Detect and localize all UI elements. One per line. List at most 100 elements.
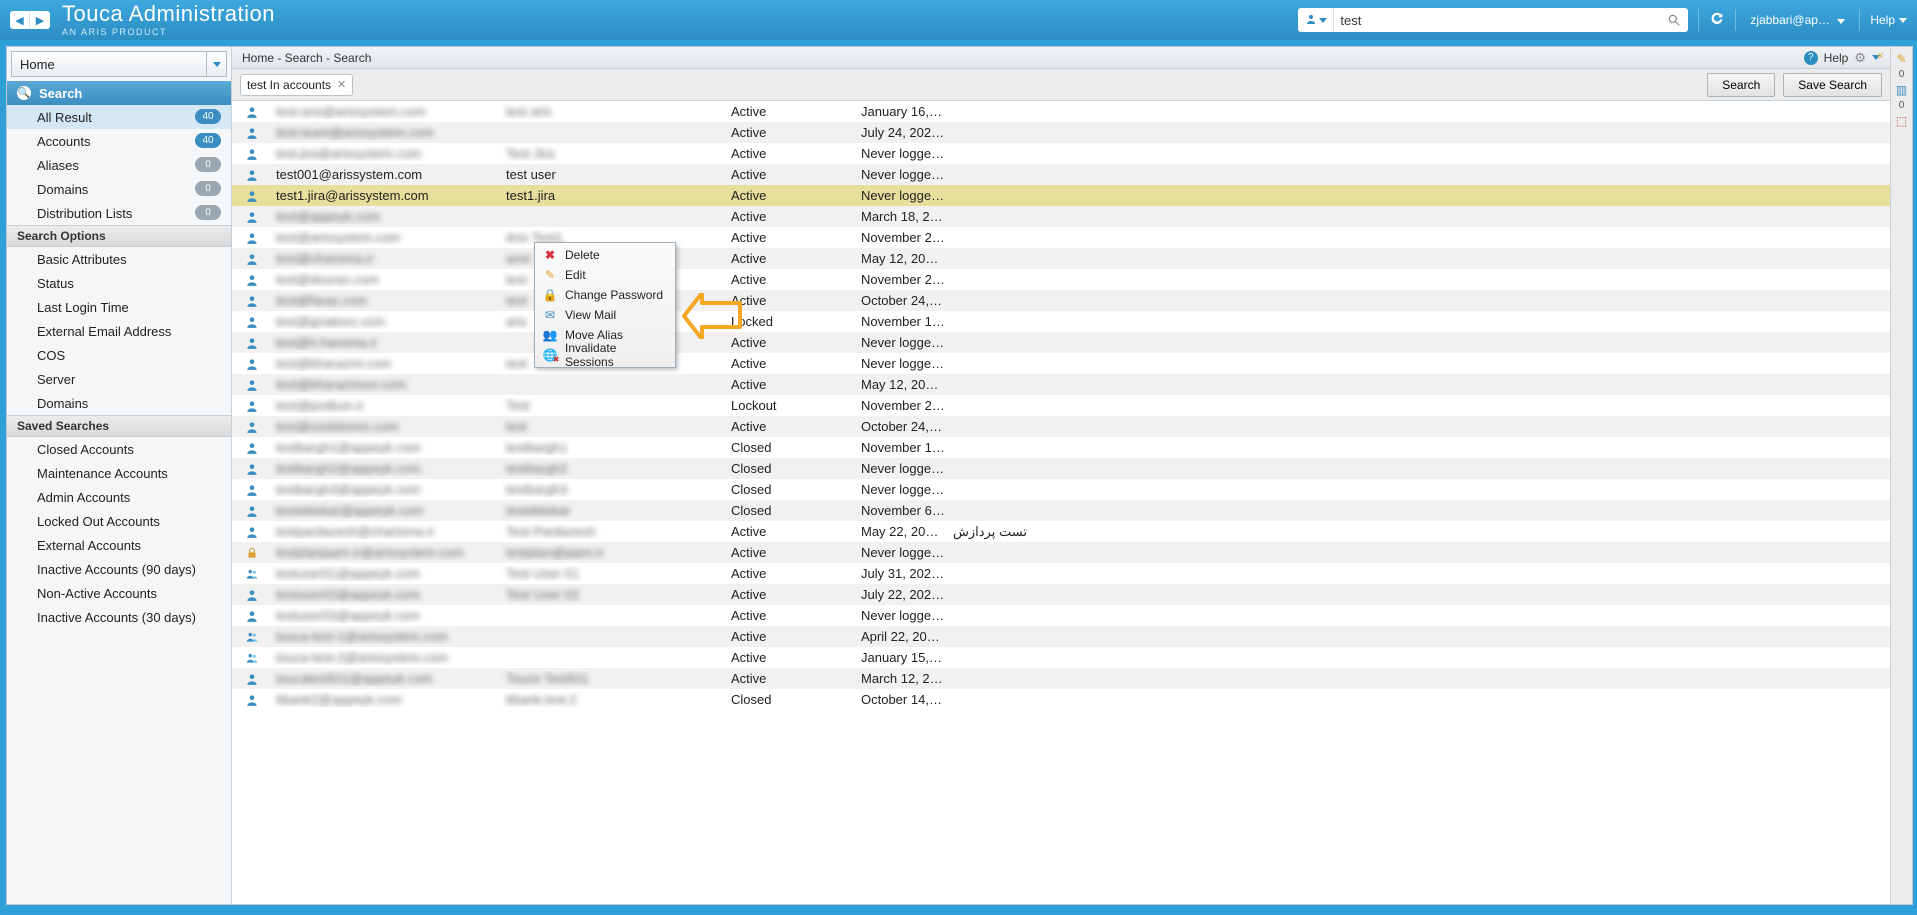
context-menu-item[interactable]: 🔒Change Password (535, 285, 675, 305)
table-row[interactable]: testbargh3@appeyk.comtestbargh3ClosedNev… (232, 479, 1890, 500)
sidebar-category[interactable]: Domains0 (7, 177, 231, 201)
saved-search[interactable]: External Accounts (7, 533, 231, 557)
current-user-menu[interactable]: zjabbari@ap… (1750, 13, 1845, 27)
close-icon[interactable]: ✕ (337, 78, 346, 91)
table-row[interactable]: touca-test-2@arissystem.comActiveJanuary… (232, 647, 1890, 668)
search-option[interactable]: Domains (7, 391, 231, 415)
table-row[interactable]: test@charisma.iramirActiveMay 12, 2023 … (232, 248, 1890, 269)
saved-search[interactable]: Inactive Accounts (30 days) (7, 605, 231, 629)
search-chip[interactable]: test In accounts ✕ (240, 74, 353, 96)
cell-email: touca-test-2@arissystem.com (272, 650, 502, 665)
table-row[interactable]: test@douran.comtestActiveNovember 29, … (232, 269, 1890, 290)
sidebar-category[interactable]: Distribution Lists0 (7, 201, 231, 225)
table-row[interactable]: touca-test-1@arissystem.comActiveApril 2… (232, 626, 1890, 647)
saved-search[interactable]: Closed Accounts (7, 437, 231, 461)
search-submit-button[interactable] (1660, 13, 1688, 27)
table-row[interactable]: toucatest911@appeyk.comTouce Test911Acti… (232, 668, 1890, 689)
cell-lastlogin: November 17, … (857, 314, 949, 329)
search-option[interactable]: Last Login Time (7, 295, 231, 319)
save-search-button[interactable]: Save Search (1783, 73, 1882, 97)
global-search-input[interactable] (1334, 13, 1660, 28)
logo-block: Touca Administration AN ARIS PRODUCT (62, 3, 275, 37)
table-row[interactable]: testpardazesh@charisma.irTest PardazeshA… (232, 521, 1890, 542)
saved-search[interactable]: Locked Out Accounts (7, 509, 231, 533)
main-panel: « Home - Search - Search ? Help ⚙ test I… (232, 47, 1890, 904)
table-row[interactable]: testebtekar@appeyk.comtestebtekarClosedN… (232, 500, 1890, 521)
search-button[interactable]: Search (1707, 73, 1775, 97)
results-grid[interactable]: test-aris@arissystem.comtest arisActiveJ… (232, 101, 1890, 904)
context-menu-item[interactable]: ✎Edit (535, 265, 675, 285)
table-row[interactable]: test@arissystem.comAris Test1ActiveNovem… (232, 227, 1890, 248)
sidebar-category[interactable]: Aliases0 (7, 153, 231, 177)
context-menu-label: Change Password (565, 288, 663, 302)
table-row[interactable]: test@ir.hansma.irActiveNever logged In (232, 332, 1890, 353)
table-row[interactable]: test1.jira@arissystem.comtest1.jiraActiv… (232, 185, 1890, 206)
table-row[interactable]: ttbank2@appeyk.comttbank.test.2ClosedOct… (232, 689, 1890, 710)
saved-search[interactable]: Maintenance Accounts (7, 461, 231, 485)
table-row[interactable]: testuser03@appeyk.comActiveNever logged … (232, 605, 1890, 626)
cell-displayname: testplan@jaam.ir (502, 545, 727, 560)
context-menu-label: Edit (565, 268, 586, 282)
breadcrumb-bar: Home - Search - Search ? Help ⚙ (232, 47, 1890, 69)
nav-forward-button[interactable]: ▶ (30, 11, 50, 29)
saved-search[interactable]: Non-Active Accounts (7, 581, 231, 605)
count-badge: 40 (195, 109, 221, 124)
table-row[interactable]: test-aris@arissystem.comtest arisActiveJ… (232, 101, 1890, 122)
search-option[interactable]: Server (7, 367, 231, 391)
queue-icon[interactable]: ▥ (1894, 82, 1910, 98)
home-label: Home (20, 57, 55, 72)
search-option[interactable]: Basic Attributes (7, 247, 231, 271)
cell-status: Closed (727, 461, 857, 476)
sidebar-category[interactable]: Accounts40 (7, 129, 231, 153)
context-menu-item[interactable]: ✖Delete (535, 245, 675, 265)
search-option[interactable]: External Email Address (7, 319, 231, 343)
cell-email: testbargh1@appeyk.com (272, 440, 502, 455)
lock-icon (245, 546, 259, 560)
search-scope-dropdown[interactable] (1298, 8, 1334, 32)
table-row[interactable]: test@kharazmoor.comActiveMay 12, 2023 … (232, 374, 1890, 395)
refresh-button[interactable] (1709, 10, 1725, 31)
chevron-down-icon (206, 52, 226, 76)
table-row[interactable]: test@gnaborz.comarisLockedNovember 17, … (232, 311, 1890, 332)
breadcrumb-home-dropdown[interactable]: Home (11, 51, 227, 77)
table-row[interactable]: test@zootstores.comtestActiveOctober 24,… (232, 416, 1890, 437)
saved-search[interactable]: Inactive Accounts (90 days) (7, 557, 231, 581)
table-row[interactable]: testbargh2@appeyk.comtestbargh2ClosedNev… (232, 458, 1890, 479)
context-menu-item[interactable]: 🌐✖Invalidate Sessions (535, 345, 675, 365)
cell-lastlogin: Never logged In (857, 146, 949, 161)
table-row[interactable]: test-team@arissystem.comActiveJuly 24, 2… (232, 122, 1890, 143)
count-badge: 0 (195, 181, 221, 196)
delete-icon: ✖ (543, 248, 557, 262)
gear-icon[interactable]: ⚙ (1854, 50, 1866, 66)
saved-search[interactable]: Admin Accounts (7, 485, 231, 509)
search-option[interactable]: Status (7, 271, 231, 295)
table-row[interactable]: test@kharazmi.comtestActiveNever logged … (232, 353, 1890, 374)
context-menu-item[interactable]: ✉View Mail (535, 305, 675, 325)
table-row[interactable]: test@podium.irTestLockoutNovember 29, … (232, 395, 1890, 416)
help-icon[interactable]: ? (1804, 51, 1818, 65)
cell-email: testplanjaam.ir@arissystem.com (272, 545, 502, 560)
table-row[interactable]: test.jira@arissystem.comTest JiraActiveN… (232, 143, 1890, 164)
table-row[interactable]: testuser01@appeyk.comTest User 01ActiveJ… (232, 563, 1890, 584)
cell-email: test@arissystem.com (272, 230, 502, 245)
table-row[interactable]: testbargh1@appeyk.comtestbargh1ClosedNov… (232, 437, 1890, 458)
sidebar-search-header[interactable]: 🔍 Search (7, 81, 231, 105)
table-row[interactable]: test@faraz.comtestActiveOctober 24, 2… (232, 290, 1890, 311)
table-row[interactable]: test001@arissystem.comtest userActiveNev… (232, 164, 1890, 185)
table-row[interactable]: test@appeyk.comActiveMarch 18, 202… (232, 206, 1890, 227)
help-menu[interactable]: Help (1870, 13, 1907, 27)
invalidate-icon: 🌐✖ (543, 348, 557, 362)
table-row[interactable]: testplanjaam.ir@arissystem.comtestplan@j… (232, 542, 1890, 563)
tree-icon[interactable]: ⬚ (1894, 113, 1910, 129)
table-row[interactable]: testuser02@appeyk.comTest User 02ActiveJ… (232, 584, 1890, 605)
cell-email: testuser03@appeyk.com (272, 608, 502, 623)
nav-back-button[interactable]: ◀ (10, 11, 30, 29)
sidebar-category[interactable]: All Result40 (7, 105, 231, 129)
help-link[interactable]: Help (1824, 51, 1849, 65)
cell-email: test@appeyk.com (272, 209, 502, 224)
note-icon[interactable]: ✎ (1894, 51, 1910, 67)
collapse-panel-icon[interactable]: « (1872, 47, 1888, 63)
cell-email: testbargh2@appeyk.com (272, 461, 502, 476)
search-option[interactable]: COS (7, 343, 231, 367)
cell-lastlogin: March 18, 202… (857, 209, 949, 224)
